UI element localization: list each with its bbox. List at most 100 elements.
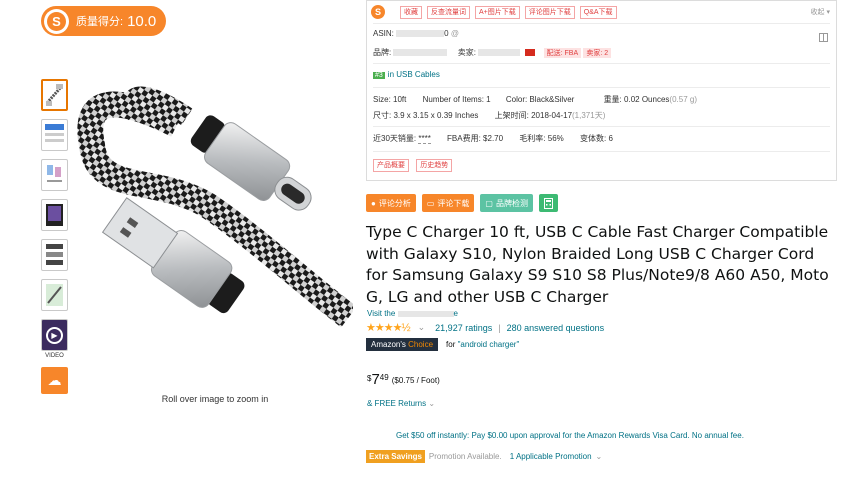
brand-check-button[interactable]: ▢ 品牌检测 bbox=[480, 194, 533, 212]
chevron-down-icon[interactable]: ⌄ bbox=[418, 322, 426, 333]
review-download-button[interactable]: ▭ 评论下载 bbox=[421, 194, 475, 212]
items-text: Number of Items: 1 bbox=[422, 95, 491, 104]
price: $ 7 49 ($0.75 / Foot) bbox=[367, 372, 440, 387]
action-buttons: ● 评论分析 ▭ 评论下载 ▢ 品牌检测 bbox=[366, 194, 564, 212]
aplus-download-tag[interactable]: A+图片下载 bbox=[475, 5, 520, 19]
store-suffix: e bbox=[453, 309, 458, 318]
applicable-promotion-link[interactable]: 1 Applicable Promotion bbox=[510, 452, 592, 461]
panel-divider bbox=[373, 87, 830, 88]
thumbnail-4[interactable] bbox=[41, 199, 68, 231]
tool-logo-icon: S bbox=[44, 8, 69, 34]
seller-tool-panel: S 收藏 反查流量词 A+图片下载 评论图片下载 Q&A下载 收起 ▾ ASIN… bbox=[366, 0, 837, 181]
store-name-redacted bbox=[397, 310, 454, 317]
seller-count-badge[interactable]: 卖家: 2 bbox=[583, 48, 612, 58]
thumbnail-5[interactable] bbox=[41, 239, 68, 271]
specs-row: Size: 10ft Number of Items: 1 Color: Bla… bbox=[373, 94, 697, 105]
quality-score-label: 质量得分: bbox=[76, 16, 124, 28]
device-thumbnail-icon bbox=[46, 204, 63, 226]
rank-number: #3 bbox=[373, 72, 385, 79]
copy-icon[interactable]: @ bbox=[451, 29, 459, 38]
store-link[interactable]: Visit the e bbox=[367, 309, 458, 318]
choice-word: Choice bbox=[408, 340, 434, 349]
dimensions-text: 尺寸: 3.9 x 3.15 x 0.39 Inches bbox=[373, 111, 479, 120]
price-per-unit: ($0.75 / Foot) bbox=[391, 376, 440, 385]
seller-label: 卖家: bbox=[457, 48, 476, 57]
review-analysis-label: 评论分析 bbox=[378, 198, 411, 208]
cable-thumbnail-icon bbox=[45, 84, 63, 106]
reverse-keyword-tag[interactable]: 反查流量词 bbox=[427, 5, 470, 19]
chevron-down-icon[interactable]: ⌄ bbox=[428, 399, 435, 408]
listed-days: (1,371天) bbox=[572, 111, 606, 120]
comment-icon: ▭ bbox=[426, 198, 435, 208]
thumbnail-1[interactable] bbox=[41, 79, 68, 111]
trend-row: 产品概要 历史趋势 bbox=[373, 159, 457, 172]
ratings-link[interactable]: 21,927 ratings bbox=[435, 323, 492, 333]
free-returns[interactable]: & FREE Returns ⌄ bbox=[367, 399, 435, 408]
listed-date: 2018-04-17 bbox=[531, 111, 573, 120]
cloud-download-icon[interactable]: ☁ bbox=[41, 367, 68, 394]
china-flag-icon bbox=[525, 49, 536, 57]
thumbnail-2[interactable] bbox=[41, 119, 68, 151]
rating-row: ★★★★½ ⌄ 21,927 ratings | 280 answered qu… bbox=[366, 321, 604, 334]
lifestyle-thumbnail-icon bbox=[46, 284, 63, 306]
video-label: VIDEO bbox=[45, 353, 64, 359]
store-prefix: Visit the bbox=[367, 309, 396, 318]
analysis-icon: ● bbox=[371, 198, 376, 208]
thumbnail-6[interactable] bbox=[41, 279, 68, 311]
check-icon: ▢ bbox=[485, 198, 493, 208]
rank-row: #3 in USB Cables bbox=[373, 70, 440, 79]
color-text: Color: Black&Silver bbox=[505, 95, 575, 104]
asin-label: ASIN: bbox=[373, 29, 394, 38]
quality-score-badge: S 质量得分: 10.0 bbox=[41, 6, 166, 36]
tool-logo-letter: S bbox=[47, 11, 66, 31]
dimensions-row: 尺寸: 3.9 x 3.15 x 0.39 Inches 上架时间: 2018-… bbox=[373, 110, 605, 121]
expand-icon[interactable] bbox=[819, 33, 828, 42]
choice-row: Amazon's Choice for "android charger" bbox=[366, 338, 519, 351]
free-returns-link[interactable]: & FREE Returns bbox=[367, 399, 426, 408]
panel-divider bbox=[373, 151, 830, 152]
sales-row: 近30天销量: **** FBA费用: $2.70 毛利率: 56% 变体数: … bbox=[373, 133, 613, 144]
weight-value: 0.02 Ounces bbox=[624, 95, 670, 104]
promotion-available-text: Promotion Available. bbox=[428, 452, 502, 461]
choice-query-link[interactable]: "android charger" bbox=[458, 340, 520, 349]
variant-count: 变体数: 6 bbox=[580, 134, 613, 143]
weight-grams: (0.57 g) bbox=[669, 95, 697, 104]
product-main-image[interactable] bbox=[77, 55, 353, 355]
thumbnail-3[interactable] bbox=[41, 159, 68, 191]
panel-divider bbox=[373, 23, 830, 24]
price-whole: 7 bbox=[371, 371, 380, 388]
brand-label: 品牌: bbox=[373, 48, 392, 57]
asin-row: ASIN: 0 @ bbox=[373, 29, 459, 38]
amazons-choice-badge: Amazon's Choice bbox=[366, 338, 439, 351]
sales-label: 近30天销量: bbox=[373, 134, 417, 143]
specs-thumbnail-icon bbox=[45, 124, 64, 142]
zoom-hint: Roll over image to zoom in bbox=[161, 394, 269, 404]
promo-offer[interactable]: Get $50 off instantly: Pay $0.00 upon ap… bbox=[396, 431, 744, 440]
qa-download-tag[interactable]: Q&A下载 bbox=[579, 5, 617, 19]
review-analysis-button[interactable]: ● 评论分析 bbox=[366, 194, 416, 212]
savings-row: Extra Savings Promotion Available. 1 App… bbox=[366, 450, 602, 463]
panel-divider bbox=[373, 126, 830, 127]
product-summary-tag[interactable]: 产品概要 bbox=[373, 159, 409, 172]
favorite-tag[interactable]: 收藏 bbox=[400, 5, 422, 19]
thumbnail-strip: ▶ VIDEO ☁ bbox=[41, 79, 68, 394]
delivery-badge: 配送: FBA bbox=[543, 48, 582, 58]
review-images-tag[interactable]: 评论图片下载 bbox=[524, 5, 575, 19]
asin-redacted bbox=[396, 30, 445, 38]
star-rating[interactable]: ★★★★½ bbox=[366, 321, 411, 334]
rank-category-link[interactable]: in USB Cables bbox=[388, 70, 440, 79]
history-trend-tag[interactable]: 历史趋势 bbox=[416, 159, 453, 172]
calculator-button[interactable] bbox=[538, 194, 558, 212]
video-thumbnail[interactable]: ▶ bbox=[41, 319, 68, 351]
choice-for-text: for bbox=[446, 340, 456, 349]
panel-toolbar: S 收藏 反查流量词 A+图片下载 评论图片下载 Q&A下载 bbox=[371, 5, 622, 19]
chevron-down-icon[interactable]: ⌄ bbox=[596, 452, 603, 461]
answered-link[interactable]: 280 answered questions bbox=[507, 323, 605, 333]
detail-thumbnail-icon bbox=[46, 244, 63, 265]
choice-prefix: Amazon's bbox=[371, 340, 406, 349]
sales-value[interactable]: **** bbox=[418, 134, 431, 144]
collapse-button[interactable]: 收起 ▾ bbox=[811, 7, 830, 17]
weight-label: 重量: bbox=[603, 95, 622, 104]
phones-thumbnail-icon bbox=[47, 165, 62, 182]
brand-row: 品牌: 卖家: 配送: FBA 卖家: 2 bbox=[373, 47, 612, 58]
